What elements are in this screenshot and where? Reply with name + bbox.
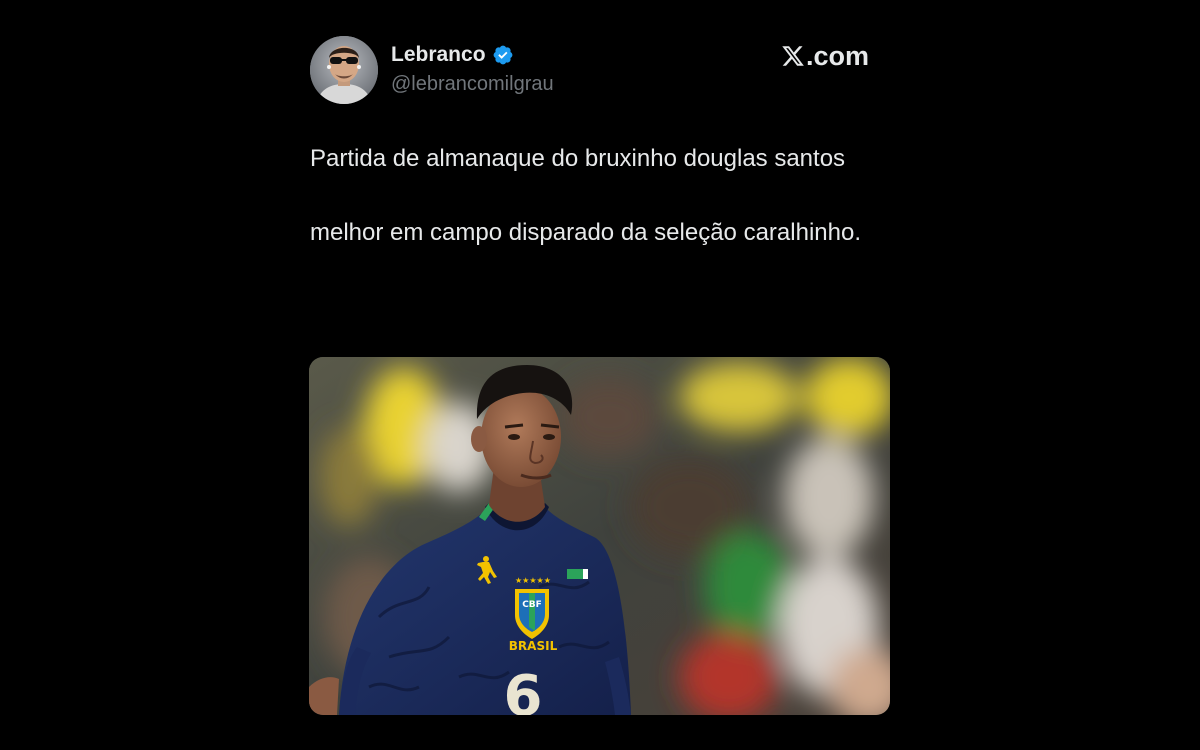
tweet-paragraph: Partida de almanaque do bruxinho douglas… [310, 145, 846, 172]
crest-cbf-text: CBF [522, 600, 542, 610]
tweet-paragraph: melhor em campo disparado da seleção car… [310, 219, 861, 246]
soccer-player-photo[interactable]: ★★★★★ CBF BRASIL 6 [309, 357, 890, 715]
avatar[interactable] [310, 36, 378, 104]
author-name-row: Lebranco [391, 42, 514, 68]
jersey-number: 6 [504, 664, 543, 715]
author-handle[interactable]: @lebrancomilgrau [391, 72, 554, 96]
x-logo-icon [781, 44, 805, 68]
tweet-screenshot: Lebranco @lebrancomilgrau .com Partida d… [0, 0, 1200, 750]
tweet-text: Partida de almanaque do bruxinho douglas… [310, 140, 870, 251]
brand-watermark: .com [781, 40, 869, 72]
jersey-brasil-text: BRASIL [509, 639, 558, 653]
verified-badge-icon [492, 44, 514, 66]
svg-text:★★★★★: ★★★★★ [515, 576, 551, 585]
author-display-name[interactable]: Lebranco [391, 42, 486, 68]
brand-domain-text: .com [806, 41, 870, 71]
